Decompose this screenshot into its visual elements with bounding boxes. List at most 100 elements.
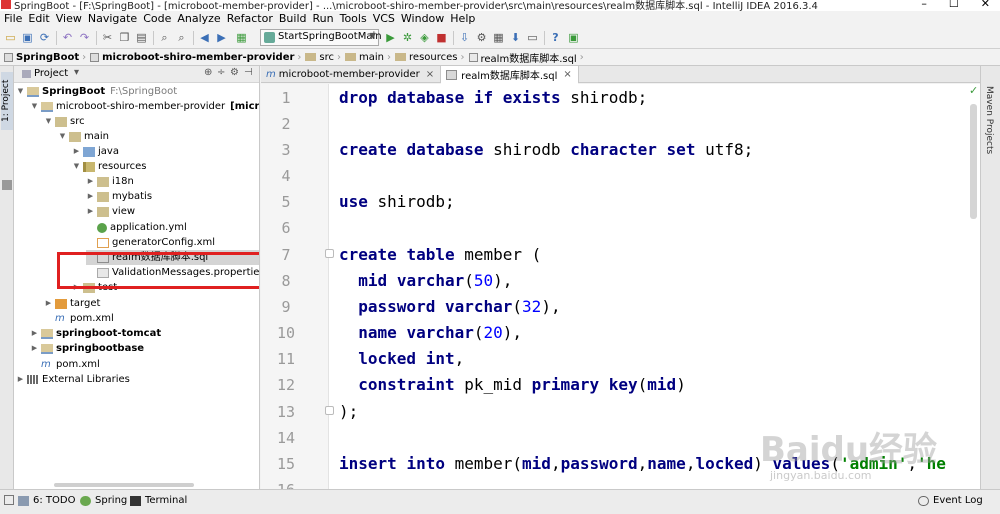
toolbar-separator [453, 31, 454, 45]
line-number: 15 [276, 455, 296, 473]
menu-tools[interactable]: Tools [338, 11, 371, 27]
folder-icon [395, 53, 407, 61]
sdk-icon[interactable]: ⬇ [508, 30, 523, 45]
menu-analyze[interactable]: Analyze [175, 11, 224, 27]
breadcrumb-item-file[interactable]: realm数据库脚本.sql › [468, 50, 588, 65]
menu-build[interactable]: Build [277, 11, 311, 27]
project-panel: Project ▾ ⊕ ÷ ⚙ ⊣ ▼ SpringBoot F:\SpringBo… [14, 66, 260, 489]
open-folder-icon[interactable]: ▭ [3, 30, 18, 45]
menu-vcs[interactable]: VCS [371, 11, 399, 27]
code-editor[interactable]: 1 2 3 4 5 6 7 8 9 10 11 12 13 14 15 16 d… [261, 84, 980, 489]
scroll-from-source-icon[interactable]: ⊕ [204, 67, 212, 78]
collapse-all-icon[interactable]: ÷ [217, 67, 225, 78]
tree-item-src[interactable]: ▼ src [44, 114, 85, 129]
project-panel-header: Project ▾ ⊕ ÷ ⚙ ⊣ [14, 66, 259, 83]
tree-item-external-libraries[interactable]: ▶ External Libraries [16, 372, 130, 387]
breadcrumb-item-main[interactable]: main › [345, 52, 395, 63]
tree-item-springboot[interactable]: ▼ SpringBoot F:\SpringBoot [16, 84, 177, 99]
tree-item-view[interactable]: ▶ view [86, 204, 135, 219]
minimize-icon[interactable]: – [921, 0, 927, 10]
forward-icon[interactable]: ▶ [214, 30, 229, 45]
line-number: 16 [261, 481, 311, 489]
tasks-icon[interactable]: ▭ [525, 30, 540, 45]
tree-item-root-pom-xml[interactable]: m pom.xml [30, 357, 100, 372]
run-configuration-select[interactable]: StartSpringBootMain ▼ [260, 29, 382, 46]
menu-navigate[interactable]: Navigate [86, 11, 141, 27]
code-line: name varchar(20), [358, 323, 523, 342]
breadcrumb-item-module[interactable]: microboot-shiro-member-provider › [90, 52, 305, 63]
save-all-icon[interactable]: ▣ [20, 30, 35, 45]
tree-item-target[interactable]: ▶ target [44, 296, 101, 311]
structure-tool-icon[interactable] [2, 180, 12, 190]
build-icon[interactable]: ▦ [234, 30, 249, 45]
tree-item-i18n[interactable]: ▶ i18n [86, 174, 134, 189]
tree-item-application-yml[interactable]: application.yml [86, 220, 187, 235]
menu-view[interactable]: View [54, 11, 86, 27]
menu-code[interactable]: Code [141, 11, 175, 27]
undo-icon[interactable]: ↶ [60, 30, 75, 45]
stop-icon[interactable]: ■ [434, 30, 449, 45]
debug-icon[interactable]: ✲ [400, 30, 415, 45]
menu-refactor[interactable]: Refactor [225, 11, 277, 27]
project-tool-button[interactable]: 1: Project [1, 72, 13, 130]
menu-edit[interactable]: Edit [26, 11, 53, 27]
horizontal-scrollbar[interactable] [54, 483, 194, 487]
tree-item-main[interactable]: ▼ main [58, 129, 109, 144]
paste-icon[interactable]: ▤ [134, 30, 149, 45]
spring-tool-button[interactable]: Spring [80, 495, 127, 506]
run-icon[interactable]: ▶ [383, 30, 398, 45]
synchronize-icon[interactable]: ⟳ [37, 30, 52, 45]
tab-microboot-member-provider[interactable]: m microboot-member-provider × [261, 66, 442, 83]
breadcrumb-item-src[interactable]: src › [305, 52, 345, 63]
project-structure-icon[interactable]: ▦ [491, 30, 506, 45]
vertical-scrollbar[interactable] [970, 104, 977, 219]
module-icon [4, 52, 13, 62]
menu-run[interactable]: Run [311, 11, 338, 27]
source-folder-icon [83, 146, 95, 157]
tree-item-generatorconfig[interactable]: generatorConfig.xml [86, 235, 215, 250]
tab-realm-sql[interactable]: realm数据库脚本.sql × [441, 66, 579, 84]
help-icon[interactable]: ? [548, 30, 563, 45]
tree-item-java[interactable]: ▶ java [72, 144, 119, 159]
sql-file-icon [468, 52, 478, 62]
folder-icon [345, 53, 357, 61]
breadcrumb-item-resources[interactable]: resources › [395, 52, 468, 63]
cut-icon[interactable]: ✂ [100, 30, 115, 45]
terminal-tool-button[interactable]: Terminal [130, 495, 187, 506]
layout-toggle-icon[interactable] [4, 495, 18, 505]
gear-icon[interactable]: ⚙ [230, 67, 239, 78]
fold-toggle-icon[interactable] [325, 406, 334, 415]
close-tab-icon[interactable]: × [426, 69, 434, 80]
tree-item-pom-xml[interactable]: m pom.xml [44, 311, 114, 326]
plugin-icon[interactable]: ▣ [566, 30, 581, 45]
line-number: 11 [276, 350, 296, 368]
tree-item-module[interactable]: ▼microboot-shiro-member-provider[microbo… [30, 99, 259, 114]
find-icon[interactable]: ⌕ [157, 30, 172, 45]
menu-window[interactable]: Window [399, 11, 448, 27]
tree-item-springboot-tomcat[interactable]: ▶ springboot-tomcat [30, 326, 161, 341]
hide-panel-icon[interactable]: ⊣ [244, 67, 253, 78]
breadcrumb-item-project[interactable]: SpringBoot › [4, 52, 90, 63]
redo-icon[interactable]: ↷ [77, 30, 92, 45]
close-icon[interactable]: ✕ [981, 0, 990, 10]
todo-tool-button[interactable]: 6: TODO [18, 495, 75, 506]
copy-icon[interactable]: ❐ [117, 30, 132, 45]
run-configuration-label: StartSpringBootMain [278, 31, 382, 42]
event-log-button[interactable]: Event Log [918, 495, 983, 506]
fold-toggle-icon[interactable] [325, 249, 334, 258]
menu-help[interactable]: Help [448, 11, 479, 27]
tree-item-mybatis[interactable]: ▶ mybatis [86, 189, 152, 204]
tree-item-resources[interactable]: ▼ resources [72, 159, 147, 174]
menu-file[interactable]: File [2, 11, 26, 27]
dropdown-arrow-icon[interactable]: ▾ [74, 67, 79, 78]
back-icon[interactable]: ◀ [197, 30, 212, 45]
close-tab-icon[interactable]: × [563, 69, 571, 80]
replace-icon[interactable]: ⌕ [174, 30, 189, 45]
settings-icon[interactable]: ⚙ [474, 30, 489, 45]
vcs-update-icon[interactable]: ⇩ [457, 30, 472, 45]
todo-icon [18, 495, 29, 506]
coverage-icon[interactable]: ◈ [417, 30, 432, 45]
maven-projects-tool-button[interactable]: Maven Projects [984, 86, 994, 154]
tree-item-springbootbase[interactable]: ▶ springbootbase [30, 341, 144, 356]
maximize-icon[interactable]: ☐ [949, 0, 959, 10]
